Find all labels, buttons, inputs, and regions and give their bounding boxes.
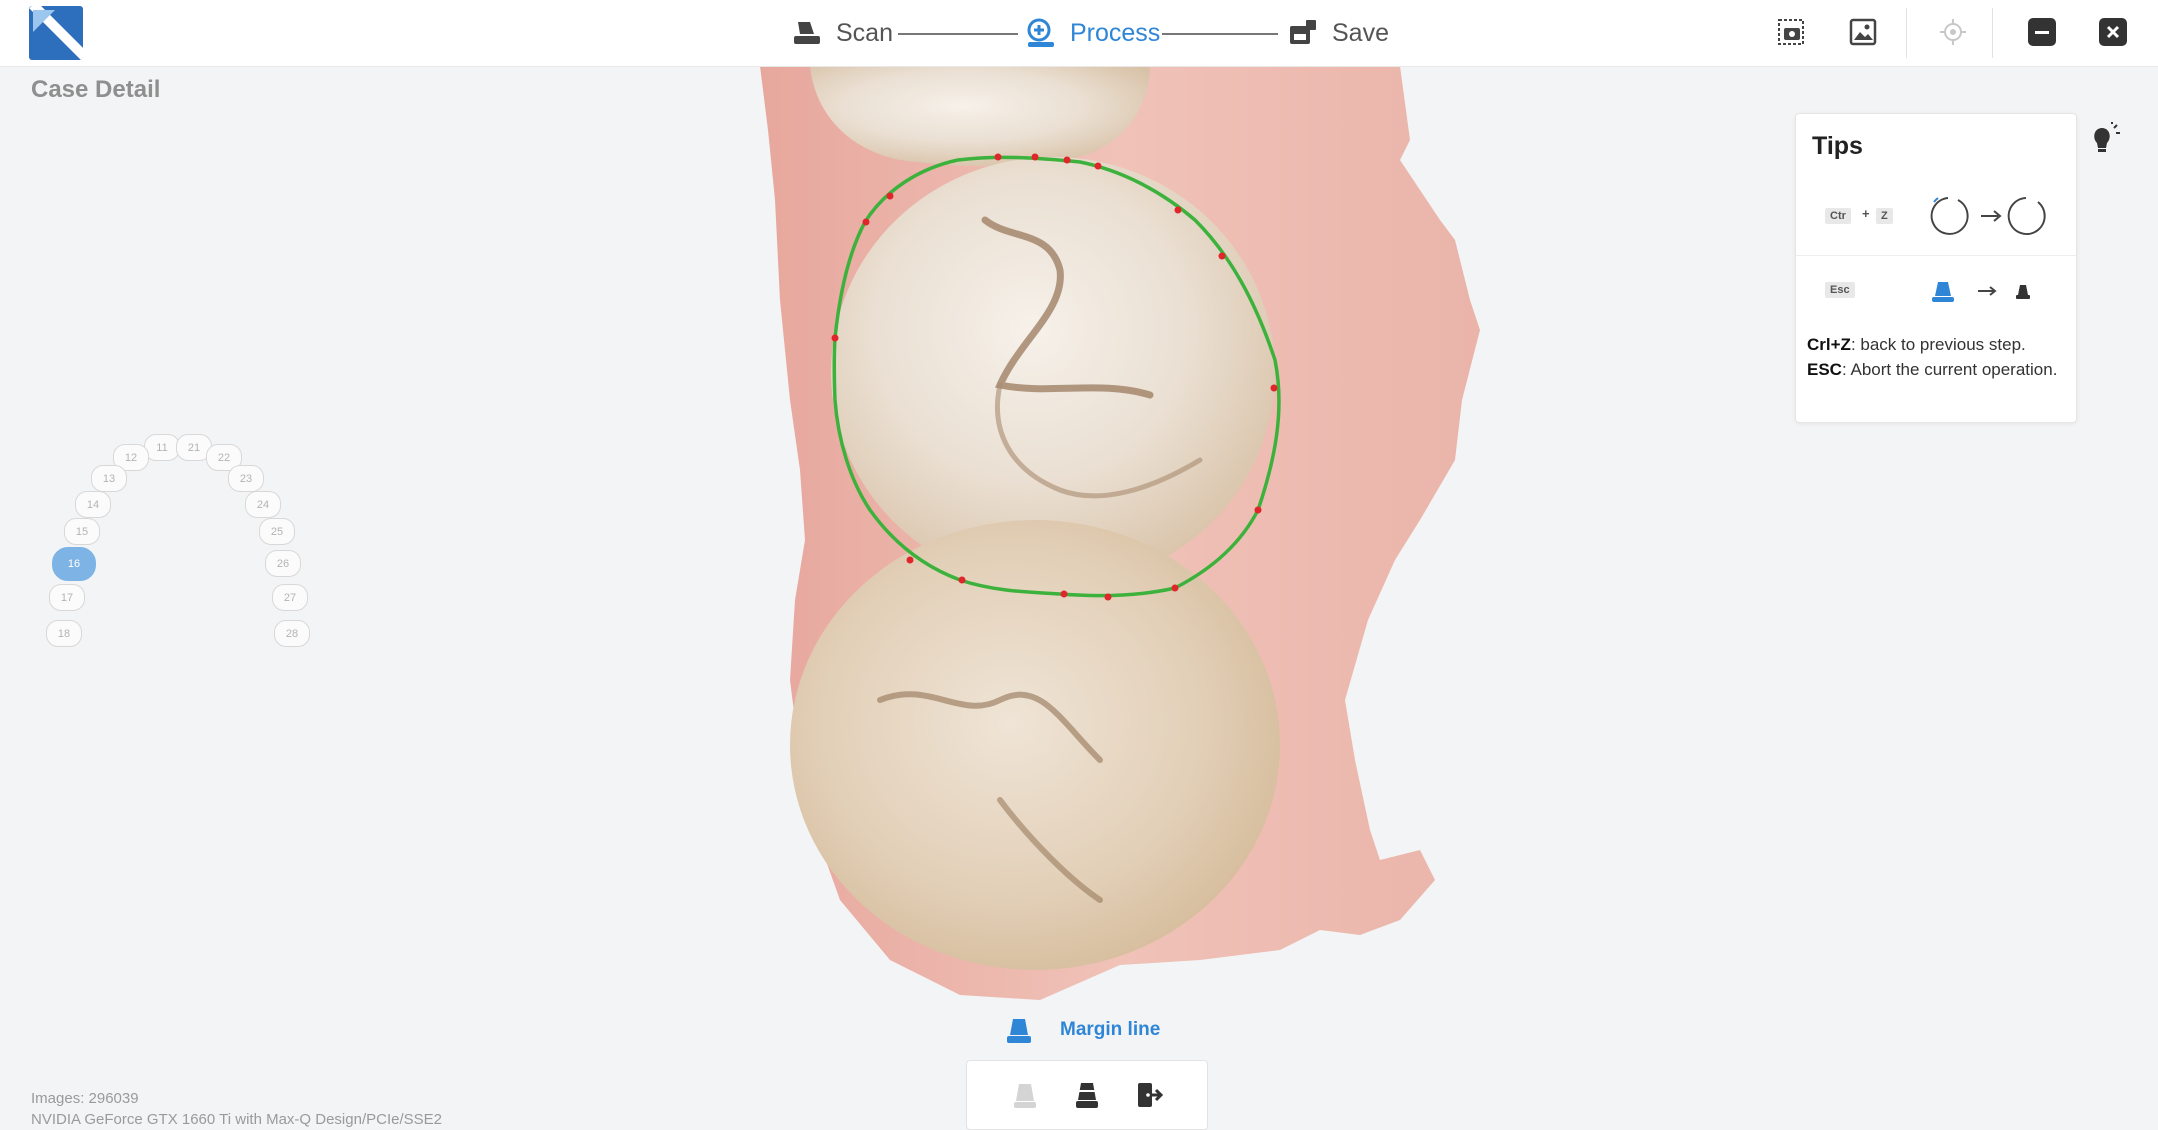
undo-illustration-icon <box>1930 197 2046 235</box>
step-save[interactable]: Save <box>1286 8 1389 58</box>
image-view-icon <box>1849 18 1877 46</box>
locate-icon <box>1940 19 1966 45</box>
key-z: Z <box>1876 208 1893 224</box>
tooth-16[interactable]: 16 <box>52 547 96 581</box>
tooth-18[interactable]: 18 <box>46 620 82 647</box>
tooth-27[interactable]: 27 <box>272 584 308 611</box>
tooth-28[interactable]: 28 <box>274 620 310 647</box>
exit-button[interactable] <box>1129 1075 1169 1115</box>
gpu-info: NVIDIA GeForce GTX 1660 Ti with Max-Q De… <box>31 1111 442 1128</box>
minimize-icon <box>2028 18 2056 46</box>
tooth-17[interactable]: 17 <box>49 584 85 611</box>
key-ctrl: Ctr <box>1825 208 1851 224</box>
tips-undo-row: Ctr + Z <box>1796 182 2076 254</box>
page-title: Case Detail <box>31 76 161 103</box>
active-mode: Margin line <box>1004 1015 1160 1045</box>
active-mode-label: Margin line <box>1060 1019 1161 1040</box>
plus-sign: + <box>1862 206 1870 221</box>
margin-tool-inactive-button[interactable] <box>1005 1075 1045 1115</box>
save-icon <box>1290 20 1316 44</box>
app-logo <box>29 6 83 60</box>
step-process[interactable]: Process <box>1024 8 1160 58</box>
step-process-label: Process <box>1070 18 1161 47</box>
top-bar: Scan Process Save <box>0 0 2158 67</box>
step-save-label: Save <box>1332 18 1389 47</box>
abort-illustration-icon <box>1932 282 2030 302</box>
process-icon <box>1027 18 1054 47</box>
tips-key-esc: ESC <box>1807 360 1842 379</box>
scanner-icon <box>794 22 820 44</box>
exit-icon <box>1138 1083 1164 1107</box>
image-view-button[interactable] <box>1843 12 1883 52</box>
tooth-24[interactable]: 24 <box>245 491 281 518</box>
status-bar: Images: 296039 NVIDIA GeForce GTX 1660 T… <box>31 1088 442 1130</box>
tooth-23[interactable]: 23 <box>228 465 264 492</box>
bottom-toolbox <box>966 1060 1208 1130</box>
minimize-button[interactable] <box>2022 12 2062 52</box>
image-count: Images: 296039 <box>31 1090 139 1107</box>
step-scan-label: Scan <box>836 18 893 47</box>
tips-panel: Tips Ctr + Z Esc Crl+Z: back to previous… <box>1795 113 2077 423</box>
step-scan[interactable]: Scan <box>790 8 893 58</box>
toolbar-divider <box>1906 8 1907 58</box>
tooth-lower <box>790 520 1280 970</box>
tips-undo-text: : back to previous step. <box>1850 335 2026 354</box>
margin-line-icon <box>1007 1019 1031 1043</box>
tips-title: Tips <box>1812 132 1863 160</box>
close-icon <box>2099 18 2127 46</box>
key-esc: Esc <box>1825 282 1855 298</box>
tips-description: Crl+Z: back to previous step. ESC: Abort… <box>1807 332 2069 382</box>
toolbar-divider <box>1992 8 1993 58</box>
lightbulb-icon[interactable] <box>2088 122 2124 158</box>
tips-key-undo: Crl+Z <box>1807 335 1851 354</box>
tooth-11[interactable]: 11 <box>144 434 180 461</box>
tooth-25[interactable]: 25 <box>259 518 295 545</box>
tips-esc-text: : Abort the current operation. <box>1841 360 2058 379</box>
screenshot-button[interactable] <box>1771 12 1811 52</box>
step-connector <box>898 33 1018 35</box>
screenshot-icon <box>1778 19 1804 45</box>
tips-abort-row: Esc <box>1796 255 2076 328</box>
margin-tool-active-button[interactable] <box>1067 1075 1107 1115</box>
step-connector <box>1162 33 1278 35</box>
margin-tool-active-icon <box>1076 1083 1098 1108</box>
tooth-13[interactable]: 13 <box>91 465 127 492</box>
locate-button[interactable] <box>1933 12 1973 52</box>
margin-tool-inactive-icon <box>1014 1084 1036 1108</box>
tooth-14[interactable]: 14 <box>75 491 111 518</box>
close-button[interactable] <box>2093 12 2133 52</box>
tooth-26[interactable]: 26 <box>265 550 301 577</box>
tooth-15[interactable]: 15 <box>64 518 100 545</box>
